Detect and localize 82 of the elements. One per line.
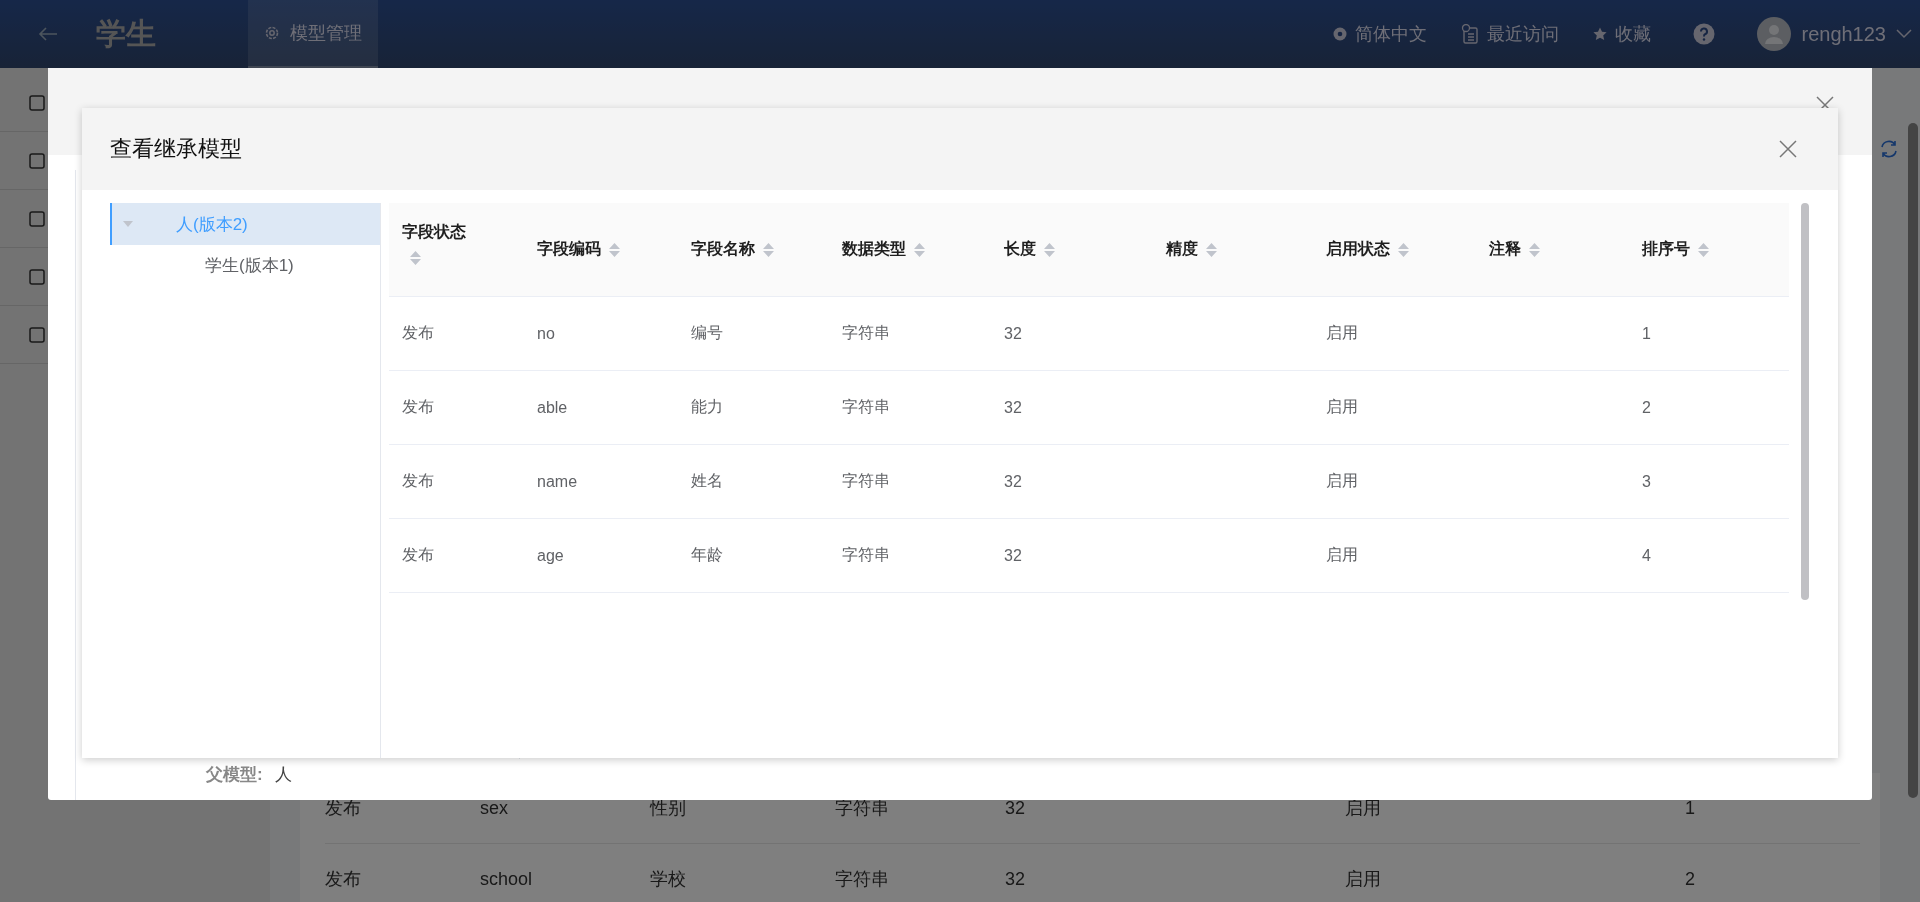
field-label: 父模型: — [206, 764, 263, 786]
column-header[interactable]: 字段状态 — [402, 222, 472, 265]
table-cell-text: age — [537, 546, 565, 565]
table-cell-text: 字符串 — [842, 323, 891, 343]
table-cell-text: 学校 — [650, 868, 687, 891]
table-cell-text: 发布 — [325, 868, 362, 891]
table-cell-text: 启用 — [1326, 545, 1359, 565]
column-header[interactable]: 排序号 — [1642, 239, 1802, 260]
table-cell-text: 启用 — [1326, 471, 1359, 491]
table-cell-text: 4 — [1642, 546, 1652, 565]
sort-icon[interactable] — [609, 242, 620, 257]
column-header[interactable]: 精度 — [1166, 239, 1326, 260]
table-cell-text: 性别 — [650, 797, 687, 820]
table-cell-text: 32 — [1004, 472, 1023, 491]
table-cell-text: 年龄 — [691, 545, 724, 565]
table-cell-text: no — [537, 324, 556, 343]
clipboard-icon — [1461, 24, 1480, 44]
table-cell-text: 字符串 — [835, 797, 890, 820]
table-cell-text: 发布 — [402, 471, 435, 491]
table-cell-text: 2 — [1685, 868, 1696, 890]
back-arrow-icon[interactable] — [38, 26, 58, 42]
sort-icon[interactable] — [1698, 242, 1709, 257]
column-header[interactable]: 启用状态 — [1326, 239, 1489, 260]
table-cell-text: 启用 — [1326, 397, 1359, 417]
table-cell-text: 32 — [1005, 868, 1027, 890]
dialog-title: 查看继承模型 — [110, 135, 242, 163]
table-cell-text: sex — [480, 797, 509, 819]
sidebar-icon[interactable] — [28, 325, 46, 344]
sidebar-icon[interactable] — [28, 93, 46, 112]
gear-icon — [264, 25, 280, 41]
chevron-down-icon[interactable] — [1896, 29, 1912, 39]
column-header[interactable]: 字段编码 — [537, 239, 691, 260]
close-icon[interactable] — [1779, 140, 1797, 158]
table-cell-text: 字符串 — [842, 545, 891, 565]
table-cell-text: 编号 — [691, 323, 724, 343]
table-cell-text: 启用 — [1345, 797, 1382, 820]
star-icon — [1593, 27, 1608, 41]
page-title: 学生 — [96, 15, 157, 52]
help-icon[interactable] — [1693, 23, 1716, 45]
column-header[interactable]: 长度 — [1004, 239, 1166, 260]
table-cell-text: 能力 — [691, 397, 724, 417]
table-cell-text: name — [537, 472, 579, 491]
table-cell-text: 32 — [1004, 324, 1023, 343]
table-cell-text: 发布 — [402, 545, 435, 565]
tree-item[interactable]: 学生(版本1) — [110, 245, 380, 285]
sort-icon[interactable] — [1398, 242, 1409, 257]
table-cell-text: 3 — [1642, 472, 1652, 491]
table-cell-text: 32 — [1004, 546, 1023, 565]
table-cell-text: 字符串 — [842, 397, 891, 417]
sidebar-icon[interactable] — [28, 209, 46, 228]
table-cell-text: 启用 — [1345, 868, 1382, 891]
scrollbar[interactable] — [1801, 203, 1809, 600]
column-header[interactable]: 数据类型 — [842, 239, 1004, 260]
sort-icon[interactable] — [1044, 242, 1055, 257]
sidebar-icon[interactable] — [28, 151, 46, 170]
field-value: 人 — [274, 764, 292, 786]
table-cell-text: 字符串 — [842, 471, 891, 491]
table-cell-text: 32 — [1004, 398, 1023, 417]
table-cell-text: able — [537, 398, 569, 417]
table-cell-text: 2 — [1642, 398, 1652, 417]
column-header[interactable]: 字段名称 — [691, 239, 842, 260]
table-cell-text: 32 — [1005, 797, 1027, 819]
sort-icon[interactable] — [914, 242, 925, 257]
avatar-icon[interactable] — [1757, 17, 1792, 51]
sort-icon[interactable] — [410, 251, 421, 265]
table-cell-text: 姓名 — [691, 471, 724, 491]
table-cell-text: 发布 — [402, 323, 435, 343]
caret-icon[interactable] — [123, 221, 133, 227]
sort-icon[interactable] — [763, 242, 774, 257]
sort-icon[interactable] — [1529, 242, 1540, 257]
refresh-icon[interactable] — [1878, 138, 1900, 160]
table-cell-text: school — [480, 868, 534, 890]
table-cell-text: 字符串 — [835, 868, 890, 891]
sidebar-icon[interactable] — [28, 267, 46, 286]
column-header[interactable]: 注释 — [1489, 239, 1642, 260]
sort-icon[interactable] — [1206, 242, 1217, 257]
scrollbar[interactable] — [1908, 123, 1918, 798]
table-cell-text: 发布 — [325, 797, 362, 820]
table-cell-text: 启用 — [1326, 323, 1359, 343]
table-cell-text: 1 — [1642, 324, 1652, 343]
table-cell-text: 1 — [1685, 797, 1696, 819]
table-cell-text: 发布 — [402, 397, 435, 417]
